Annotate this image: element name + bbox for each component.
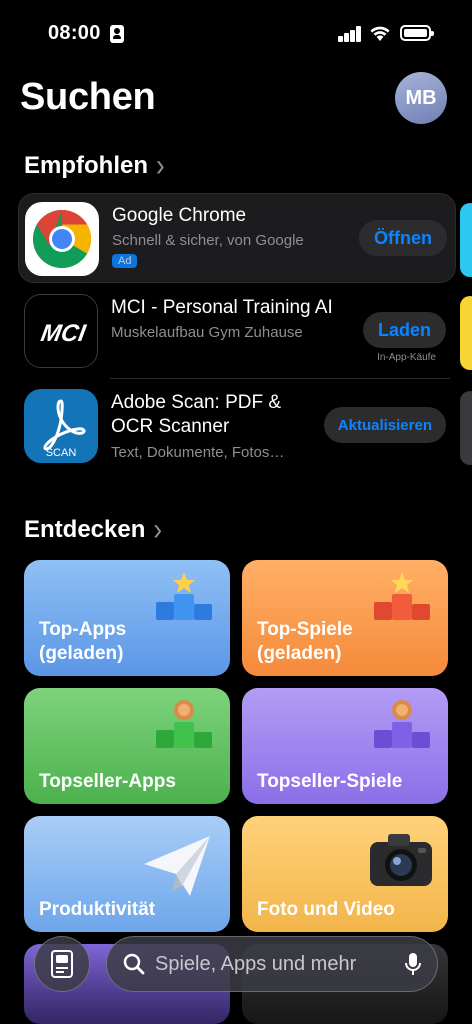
- app-row-adobe-scan[interactable]: SCAN Adobe Scan: PDF & OCR Scanner Text,…: [18, 381, 456, 471]
- tile-label-line1: Foto und Video: [257, 899, 395, 920]
- mci-app-icon: MCI: [24, 294, 98, 368]
- podium-medal-icon: [374, 700, 430, 748]
- tile-label-line2: (geladen): [257, 643, 342, 664]
- search-field[interactable]: Spiele, Apps und mehr: [106, 936, 438, 992]
- podium-medal-icon: [156, 700, 212, 748]
- status-bar: 08:00: [0, 0, 472, 70]
- tile-top-games[interactable]: Top-Spiele (geladen): [242, 560, 448, 676]
- search-placeholder: Spiele, Apps und mehr: [155, 952, 357, 975]
- paper-plane-icon: [144, 836, 210, 896]
- discover-header[interactable]: Entdecken ›: [24, 510, 163, 547]
- next-card-peek[interactable]: [460, 391, 472, 465]
- chrome-app-icon: [25, 202, 99, 276]
- tile-top-paid-games[interactable]: Topseller-Spiele: [242, 688, 448, 804]
- get-button[interactable]: Laden: [362, 312, 446, 348]
- next-card-peek[interactable]: [460, 296, 472, 370]
- tile-label-line1: Top-Spiele: [257, 619, 353, 640]
- chevron-right-icon: ›: [153, 510, 163, 547]
- status-time: 08:00: [48, 22, 101, 44]
- recommended-header[interactable]: Empfohlen ›: [24, 146, 165, 183]
- row-divider: [110, 378, 450, 379]
- app-subtitle: Muskelaufbau Gym Zuhause: [111, 324, 303, 341]
- app-name-line2: OCR Scanner: [111, 416, 230, 437]
- app-row-mci[interactable]: MCI MCI - Personal Training AI Muskelauf…: [18, 286, 456, 376]
- focus-contact-icon: [110, 25, 124, 43]
- camera-icon: [370, 834, 432, 886]
- microphone-icon[interactable]: [405, 952, 421, 976]
- page-title: Suchen: [20, 76, 156, 118]
- tile-label-line2: (geladen): [39, 643, 124, 664]
- app-name-line1: Adobe Scan: PDF &: [111, 392, 282, 413]
- battery-icon: [400, 25, 434, 41]
- app-subtitle: Schnell & sicher, von Google: [112, 232, 304, 249]
- wifi-icon: [370, 26, 390, 41]
- tile-label-line1: Top-Apps: [39, 619, 127, 640]
- discover-title: Entdecken: [24, 515, 146, 543]
- tile-label-line1: Topseller-Apps: [39, 771, 176, 792]
- tile-top-paid-apps[interactable]: Topseller-Apps: [24, 688, 230, 804]
- app-subtitle: Text, Dokumente, Fotos…: [111, 444, 285, 461]
- recommended-title: Empfohlen: [24, 151, 148, 179]
- tile-top-apps[interactable]: Top-Apps (geladen): [24, 560, 230, 676]
- ad-badge: Ad: [112, 254, 138, 268]
- account-avatar[interactable]: MB: [395, 72, 447, 124]
- today-icon: [51, 950, 73, 978]
- open-button[interactable]: Öffnen: [359, 220, 447, 256]
- update-button[interactable]: Aktualisieren: [323, 407, 446, 443]
- tile-label-line1: Topseller-Spiele: [257, 771, 403, 792]
- next-card-peek[interactable]: [460, 203, 472, 277]
- today-tab-button[interactable]: [34, 936, 90, 992]
- tile-photo-video[interactable]: Foto und Video: [242, 816, 448, 932]
- svg-text:SCAN: SCAN: [46, 447, 77, 459]
- cellular-signal-icon: [338, 26, 362, 42]
- podium-star-icon: [156, 572, 212, 620]
- app-name: Google Chrome: [112, 205, 247, 226]
- svg-text:MCI: MCI: [39, 320, 89, 347]
- tile-label-line1: Produktivität: [39, 899, 156, 920]
- app-name: MCI - Personal Training AI: [111, 297, 333, 318]
- app-row-chrome[interactable]: Google Chrome Schnell & sicher, von Goog…: [18, 193, 456, 283]
- tile-productivity[interactable]: Produktivität: [24, 816, 230, 932]
- search-icon: [123, 953, 145, 975]
- adobe-scan-app-icon: SCAN: [24, 389, 98, 463]
- chevron-right-icon: ›: [156, 146, 165, 183]
- podium-star-icon: [374, 572, 430, 620]
- in-app-purchases-note: In-App-Käufe: [377, 352, 436, 363]
